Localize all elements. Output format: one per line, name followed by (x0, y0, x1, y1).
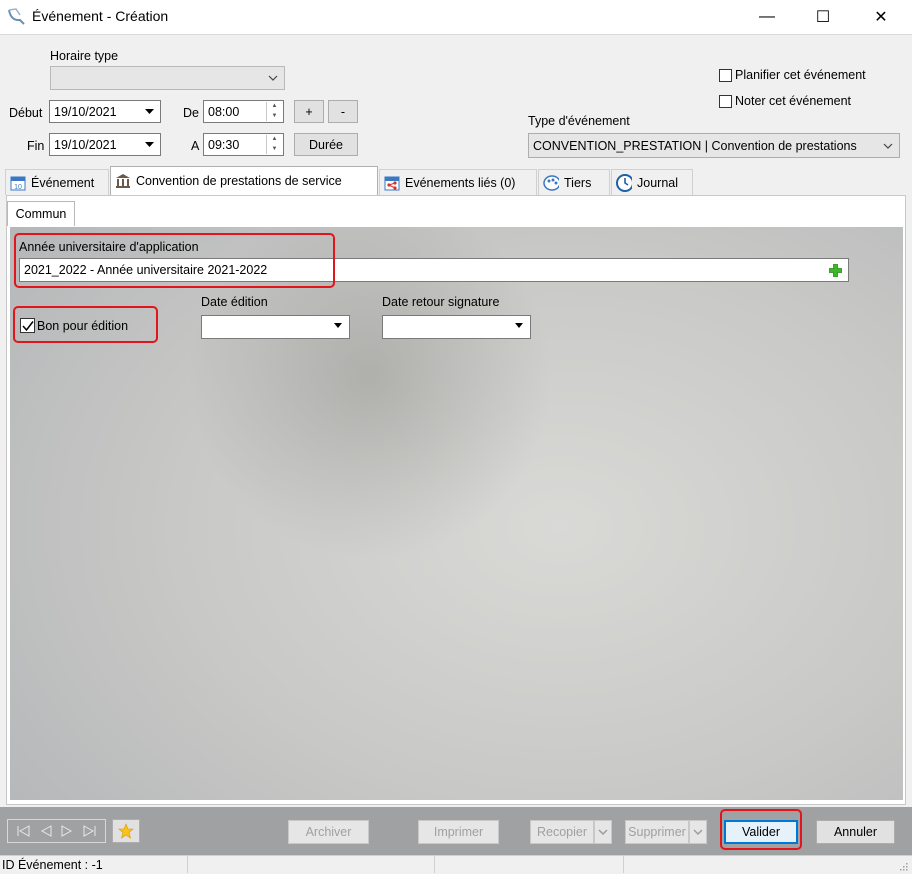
annuler-button[interactable]: Annuler (816, 820, 895, 844)
favorite-button[interactable] (112, 819, 140, 843)
checkbox-box[interactable] (719, 68, 732, 82)
a-label: A (191, 139, 200, 153)
tab-evenements-lies[interactable]: Evénements liés (0) (379, 169, 537, 195)
date-retour-field[interactable] (382, 315, 531, 339)
title-divider (0, 34, 912, 35)
date-edition-field[interactable] (201, 315, 350, 339)
add-icon[interactable] (829, 264, 842, 277)
time-spinner[interactable]: ▲ ▼ (266, 102, 282, 121)
dropdown-arrow-icon (334, 323, 342, 328)
record-navigator (7, 819, 106, 843)
tab-journal[interactable]: Journal (611, 169, 693, 195)
palette-icon (543, 174, 559, 191)
highlight-annee (14, 233, 335, 288)
fin-date-field[interactable]: 19/10/2021 (49, 133, 161, 156)
star-icon (118, 823, 134, 839)
last-record-icon[interactable] (83, 825, 97, 837)
horaire-type-select[interactable] (50, 66, 285, 90)
status-bar: ID Événement : -1 (0, 855, 912, 874)
maximize-button[interactable]: ☐ (800, 0, 846, 34)
spin-up-icon[interactable]: ▲ (267, 102, 282, 112)
svg-text:10: 10 (14, 184, 22, 191)
next-record-icon[interactable] (61, 825, 73, 837)
window-title: Événement - Création (32, 8, 169, 24)
subtab-commun[interactable]: Commun (7, 201, 75, 226)
dropdown-arrow-icon (145, 109, 154, 114)
noter-checkbox[interactable]: Noter cet événement (719, 94, 851, 108)
dropdown-arrow-icon (145, 142, 154, 147)
chevron-down-icon (268, 75, 278, 81)
minimize-button[interactable]: — (744, 0, 790, 34)
type-evenement-select[interactable]: CONVENTION_PRESTATION | Convention de pr… (528, 133, 900, 158)
minus-button[interactable]: - (328, 100, 358, 123)
tab-tiers[interactable]: Tiers (538, 169, 610, 195)
supprimer-dropdown[interactable] (689, 820, 707, 844)
clock-icon (616, 173, 632, 192)
calendar-icon: 10 (10, 175, 26, 191)
chevron-down-icon (883, 143, 893, 149)
status-divider (187, 855, 188, 873)
type-evenement-label: Type d'événement (528, 114, 630, 128)
chevron-down-icon (598, 829, 608, 835)
spin-down-icon[interactable]: ▼ (267, 145, 282, 155)
spin-down-icon[interactable]: ▼ (267, 112, 282, 122)
checkbox-box[interactable] (719, 94, 732, 108)
debut-time-field[interactable]: 08:00 ▲ ▼ (203, 100, 284, 123)
plus-button[interactable]: + (294, 100, 324, 123)
de-label: De (183, 106, 199, 120)
archiver-button[interactable]: Archiver (288, 820, 369, 844)
recopier-dropdown[interactable] (594, 820, 612, 844)
app-icon (8, 8, 25, 25)
tab-convention[interactable]: Convention de prestations de service (110, 166, 378, 195)
dropdown-arrow-icon (515, 323, 523, 328)
duree-button[interactable]: Durée (294, 133, 358, 156)
chevron-down-icon (693, 829, 703, 835)
share-icon (384, 175, 400, 191)
horaire-type-label: Horaire type (50, 49, 119, 63)
event-id-status: ID Événement : -1 (2, 858, 103, 872)
spin-up-icon[interactable]: ▲ (267, 135, 282, 145)
date-retour-label: Date retour signature (382, 295, 500, 309)
highlight-bon (13, 306, 158, 343)
close-button[interactable]: ✕ (858, 0, 904, 34)
imprimer-button[interactable]: Imprimer (418, 820, 499, 844)
date-edition-label: Date édition (201, 295, 268, 309)
time-spinner[interactable]: ▲ ▼ (266, 135, 282, 154)
fin-label: Fin (27, 139, 45, 153)
highlight-valider (720, 809, 802, 850)
status-divider (623, 855, 624, 873)
recopier-button[interactable]: Recopier (530, 820, 594, 844)
previous-record-icon[interactable] (40, 825, 52, 837)
title-bar: Événement - Création — ☐ ✕ (0, 0, 912, 34)
debut-label: Début (9, 106, 43, 120)
resize-grip-icon[interactable] (898, 861, 908, 871)
status-divider (434, 855, 435, 873)
fin-time-field[interactable]: 09:30 ▲ ▼ (203, 133, 284, 156)
debut-date-field[interactable]: 19/10/2021 (49, 100, 161, 123)
tab-evenement[interactable]: 10 Événement (5, 169, 109, 195)
building-icon (115, 173, 131, 189)
supprimer-button[interactable]: Supprimer (625, 820, 689, 844)
planifier-checkbox[interactable]: Planifier cet événement (719, 68, 866, 82)
first-record-icon[interactable] (16, 825, 30, 837)
